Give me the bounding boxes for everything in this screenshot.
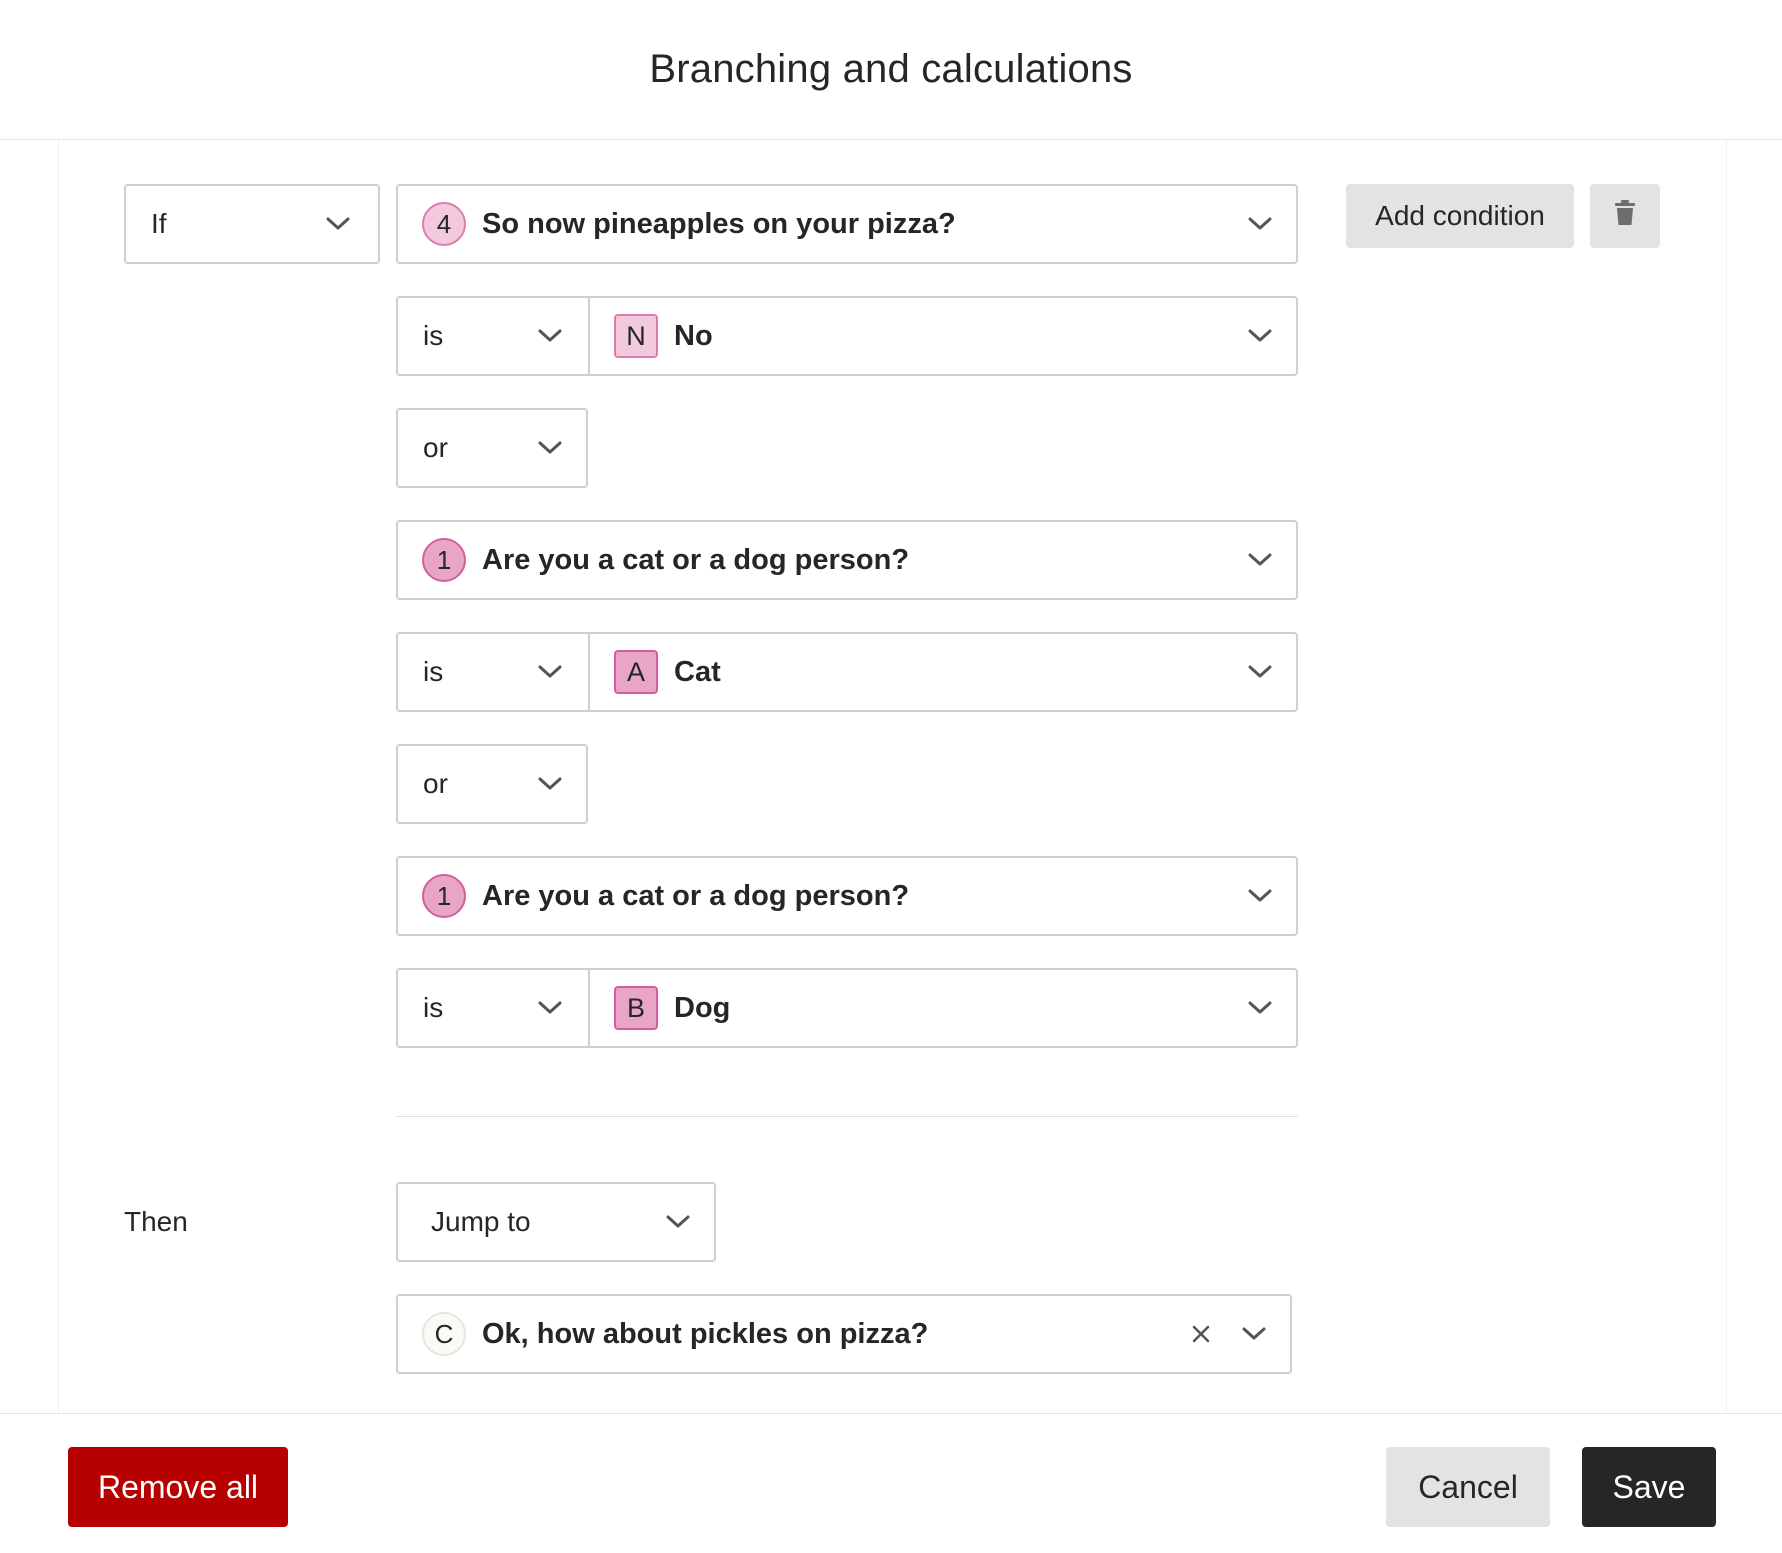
destination-select[interactable]: C Ok, how about pickles on pizza? — [396, 1294, 1292, 1374]
if-select[interactable]: If — [124, 184, 380, 264]
chevron-down-icon — [538, 1001, 562, 1015]
joiner-select[interactable]: or — [396, 408, 588, 488]
close-icon[interactable] — [1192, 1325, 1210, 1343]
operator-value: is — [423, 320, 444, 351]
operator-value: is — [423, 656, 444, 687]
question-number-badge: 1 — [422, 874, 466, 918]
then-label: Then — [124, 1206, 188, 1237]
condition-answer-row: is N No — [396, 296, 1298, 376]
question-number-badge: 4 — [422, 202, 466, 246]
operator-select[interactable]: is — [398, 970, 590, 1046]
answer-select[interactable]: A Cat — [590, 634, 1296, 710]
condition-question-select[interactable]: 1 Are you a cat or a dog person? — [396, 856, 1298, 936]
dialog-title: Branching and calculations — [649, 47, 1133, 91]
chevron-down-icon — [538, 329, 562, 343]
condition-answer-row: is A Cat — [396, 632, 1298, 712]
chevron-down-icon — [1248, 329, 1272, 343]
chevron-down-icon — [1242, 1327, 1266, 1341]
chevron-down-icon — [1248, 1001, 1272, 1015]
cancel-button[interactable]: Cancel — [1386, 1447, 1550, 1527]
if-select-value: If — [151, 208, 167, 239]
answer-label: Dog — [674, 991, 731, 1024]
destination-label: Ok, how about pickles on pizza? — [482, 1317, 929, 1350]
action-value: Jump to — [431, 1206, 531, 1237]
operator-select[interactable]: is — [398, 298, 590, 374]
chevron-down-icon — [538, 777, 562, 791]
joiner-value: or — [423, 432, 448, 463]
chevron-down-icon — [326, 217, 350, 231]
operator-value: is — [423, 992, 444, 1023]
remove-all-button[interactable]: Remove all — [68, 1447, 288, 1527]
save-button[interactable]: Save — [1582, 1447, 1716, 1527]
question-label: Are you a cat or a dog person? — [482, 879, 910, 912]
answer-label: Cat — [674, 655, 721, 688]
chevron-down-icon — [1248, 217, 1272, 231]
answer-letter-badge: N — [614, 314, 658, 358]
answer-letter-badge: A — [614, 650, 658, 694]
condition-answer-row: is B Dog — [396, 968, 1298, 1048]
add-condition-button[interactable]: Add condition — [1346, 184, 1574, 248]
chevron-down-icon — [538, 665, 562, 679]
answer-select[interactable]: B Dog — [590, 970, 1296, 1046]
chevron-down-icon — [666, 1215, 690, 1229]
trash-icon — [1614, 199, 1636, 233]
section-divider — [396, 1116, 1298, 1117]
destination-badge: C — [422, 1312, 466, 1356]
answer-select[interactable]: N No — [590, 298, 1296, 374]
condition-question-select[interactable]: 1 Are you a cat or a dog person? — [396, 520, 1298, 600]
action-select[interactable]: Jump to — [396, 1182, 716, 1262]
joiner-select[interactable]: or — [396, 744, 588, 824]
chevron-down-icon — [1248, 665, 1272, 679]
question-label: So now pineapples on your pizza? — [482, 207, 956, 240]
question-number-badge: 1 — [422, 538, 466, 582]
dialog-header: Branching and calculations — [0, 0, 1782, 140]
answer-letter-badge: B — [614, 986, 658, 1030]
chevron-down-icon — [538, 441, 562, 455]
question-label: Are you a cat or a dog person? — [482, 543, 910, 576]
chevron-down-icon — [1248, 889, 1272, 903]
answer-label: No — [674, 319, 713, 352]
condition-question-select[interactable]: 4 So now pineapples on your pizza? — [396, 184, 1298, 264]
chevron-down-icon — [1248, 553, 1272, 567]
operator-select[interactable]: is — [398, 634, 590, 710]
joiner-value: or — [423, 768, 448, 799]
delete-rule-button[interactable] — [1590, 184, 1660, 248]
